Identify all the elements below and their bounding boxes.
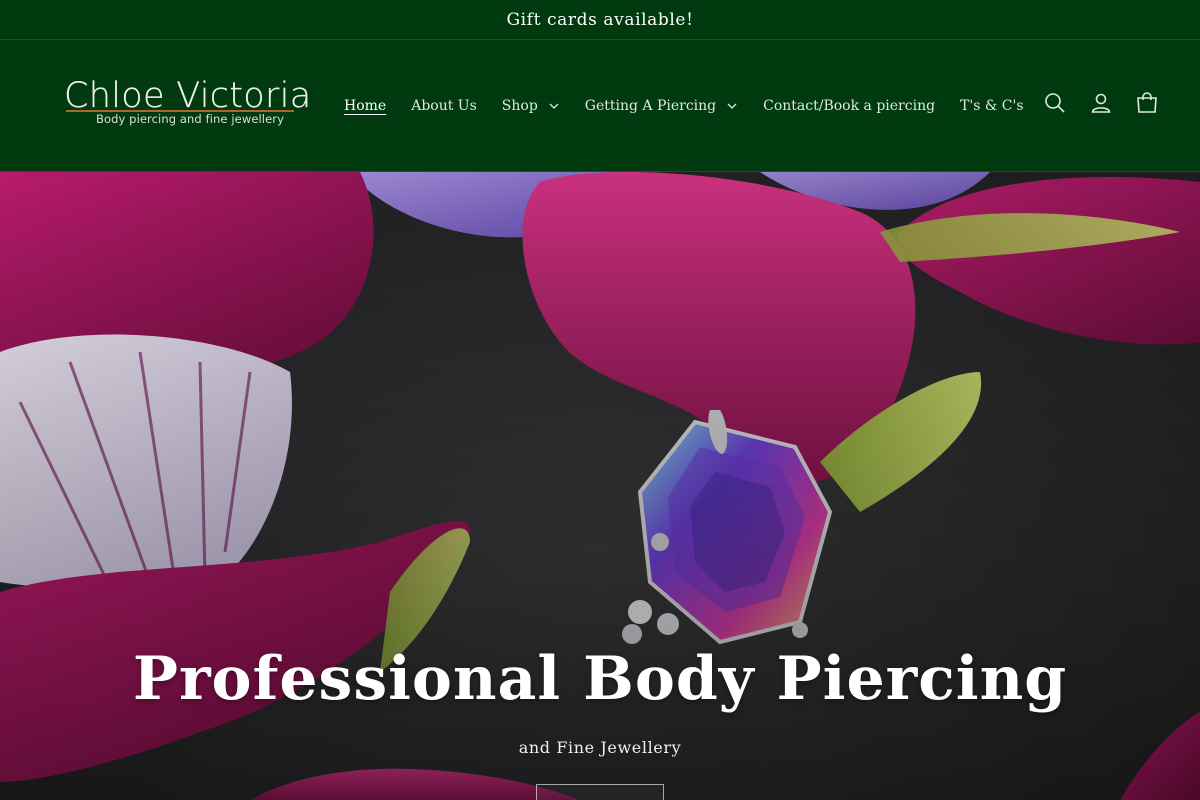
nav-item-label: T's & C's [960,98,1024,114]
nav-item-label: About Us [411,98,477,114]
hero-banner: Professional Body Piercing and Fine Jewe… [0,172,1200,800]
announcement-bar: Gift cards available! [0,0,1200,40]
site-header: Chloe Victoria Body piercing and fine je… [0,40,1200,172]
nav-item-label: Getting A Piercing [584,98,717,114]
hero-cta-button[interactable] [536,784,664,800]
nav-item-label: Home [344,98,387,114]
search-button[interactable] [1042,90,1068,116]
account-button[interactable] [1088,90,1114,116]
brand-subtitle: Body piercing and fine jewellery [96,112,284,126]
cart-button[interactable] [1134,90,1160,116]
nav-item-shop[interactable]: Shop [502,98,560,114]
search-icon [1045,93,1065,113]
hero-title: Professional Body Piercing [132,644,1068,714]
nav-item-home[interactable]: Home [344,98,386,114]
chevron-down-icon [549,103,559,109]
chevron-down-icon [727,103,737,109]
nav-item-label: Contact/Book a piercing [763,98,936,114]
nav-item-about-us[interactable]: About Us [411,98,477,114]
nav-item-terms[interactable]: T's & C's [960,98,1023,114]
nav-item-contact-book[interactable]: Contact/Book a piercing [763,98,935,114]
announcement-text: Gift cards available! [506,9,694,30]
nav-item-getting-a-piercing[interactable]: Getting A Piercing [585,98,738,114]
nav-item-label: Shop [501,98,538,114]
cart-icon [1137,92,1157,113]
hero-subtitle: and Fine Jewellery [518,738,682,757]
main-nav: Home About Us Shop Getting A Piercing Co… [344,94,1049,118]
account-icon [1091,93,1111,113]
brand-logo[interactable]: Chloe Victoria Body piercing and fine je… [62,76,311,134]
header-icons [1022,90,1160,116]
